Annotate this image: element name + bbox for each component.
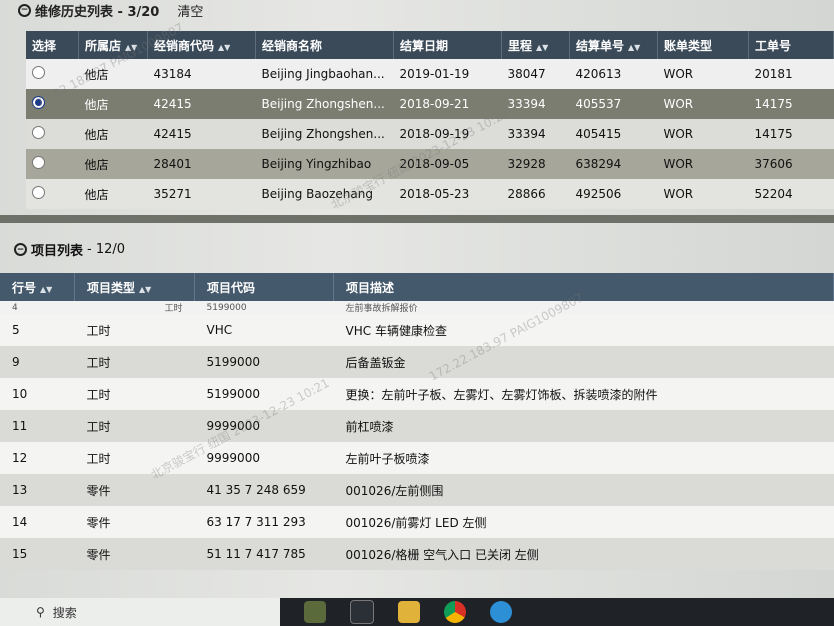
- items-title: 项目列表: [31, 244, 84, 259]
- item-row[interactable]: 10 工时 5199000 更换：左前叶子板、左雾灯、左雾灯饰板、拆装喷漆的附件: [0, 378, 834, 410]
- history-row[interactable]: 他店 42415 Beijing Zhongshen... 2018-09-21…: [26, 89, 834, 119]
- col-settle-date[interactable]: 结算日期: [393, 31, 502, 59]
- clear-link[interactable]: 清空: [177, 1, 203, 20]
- col-store[interactable]: 所属店 ▲▼: [78, 31, 148, 59]
- sort-icon[interactable]: ▲▼: [40, 285, 52, 294]
- task-view-icon[interactable]: [350, 600, 374, 624]
- col-select[interactable]: 选择: [26, 31, 79, 59]
- item-row[interactable]: 12 工时 9999000 左前叶子板喷漆: [0, 442, 834, 474]
- sort-icon[interactable]: ▲▼: [628, 43, 640, 52]
- col-line-no[interactable]: 行号 ▲▼: [0, 273, 75, 301]
- taskbar-search[interactable]: ⚲ 搜索: [0, 598, 280, 626]
- history-row[interactable]: 他店 28401 Beijing Yingzhibao 2018-09-05 3…: [26, 149, 834, 179]
- chrome-icon[interactable]: [444, 601, 466, 623]
- edge-icon[interactable]: [490, 601, 512, 623]
- item-row[interactable]: 15 零件 51 11 7 417 785 001026/格栅 空气入口 已关闭 左侧: [0, 538, 834, 570]
- col-bill-type[interactable]: 账单类型: [657, 31, 749, 59]
- history-row[interactable]: 他店 35271 Beijing Baozehang 2018-05-23 28…: [26, 179, 834, 209]
- sort-icon[interactable]: ▲▼: [536, 43, 548, 52]
- sort-icon[interactable]: ▲▼: [125, 43, 137, 52]
- item-row-partial[interactable]: 4 工时 5199000 左前事故拆解报价: [0, 301, 834, 314]
- items-table: 行号 ▲▼ 项目类型 ▲▼ 项目代码 项目描述 4 工时 5199000 左前事故拆…: [0, 273, 834, 570]
- history-table: 选择 所属店 ▲▼ 经销商代码 ▲▼ 经销商名称 结算日期 里程 ▲▼ 结算单号 ▲▼ …: [26, 31, 834, 209]
- collapse-icon[interactable]: −: [14, 243, 27, 256]
- col-dealer-code[interactable]: 经销商代码 ▲▼: [147, 31, 256, 59]
- row-radio[interactable]: [32, 66, 45, 79]
- item-row[interactable]: 13 零件 41 35 7 248 659 001026/左前侧围: [0, 474, 834, 506]
- items-count: - 12/0: [87, 242, 126, 257]
- history-title: 维修历史列表 - 3/20: [35, 4, 160, 20]
- scrollbar-band[interactable]: [0, 215, 834, 223]
- history-row[interactable]: 他店 43184 Beijing Jingbaohan... 2019-01-1…: [26, 59, 834, 89]
- item-row[interactable]: 5 工时 VHC VHC 车辆健康检查: [0, 314, 834, 346]
- item-row[interactable]: 9 工时 5199000 后备盖钣金: [0, 346, 834, 378]
- row-radio[interactable]: [32, 156, 45, 169]
- sort-icon[interactable]: ▲▼: [139, 285, 151, 294]
- col-item-code[interactable]: 项目代码: [194, 273, 335, 301]
- file-explorer-icon[interactable]: [398, 601, 420, 623]
- taskbar: ⚲ 搜索: [0, 598, 834, 626]
- col-item-desc[interactable]: 项目描述: [333, 273, 834, 301]
- row-radio[interactable]: [32, 186, 45, 199]
- widget-icon[interactable]: [304, 601, 326, 623]
- history-row[interactable]: 他店 42415 Beijing Zhongshen... 2018-09-19…: [26, 119, 834, 149]
- col-item-type[interactable]: 项目类型 ▲▼: [74, 273, 196, 301]
- row-radio-selected[interactable]: [32, 96, 45, 109]
- col-order-no[interactable]: 工单号: [748, 31, 834, 59]
- items-header: − 项目列表 - 12/0: [14, 240, 125, 259]
- screen: − 维修历史列表 - 3/20 清空 选择 所属店 ▲▼ 经销商代码 ▲▼ 经销商名…: [0, 0, 834, 626]
- search-label: 搜索: [52, 605, 77, 620]
- col-dealer-name[interactable]: 经销商名称: [255, 31, 394, 59]
- col-settle-no[interactable]: 结算单号 ▲▼: [569, 31, 658, 59]
- collapse-icon[interactable]: −: [18, 3, 31, 17]
- item-row[interactable]: 14 零件 63 17 7 311 293 001026/前雾灯 LED 左侧: [0, 506, 834, 538]
- history-header: − 维修历史列表 - 3/20 清空: [18, 0, 203, 20]
- item-row[interactable]: 11 工时 9999000 前杠喷漆: [0, 410, 834, 442]
- row-radio[interactable]: [32, 126, 45, 139]
- sort-icon[interactable]: ▲▼: [218, 43, 230, 52]
- col-mileage[interactable]: 里程 ▲▼: [501, 31, 570, 59]
- search-icon: ⚲: [36, 605, 45, 619]
